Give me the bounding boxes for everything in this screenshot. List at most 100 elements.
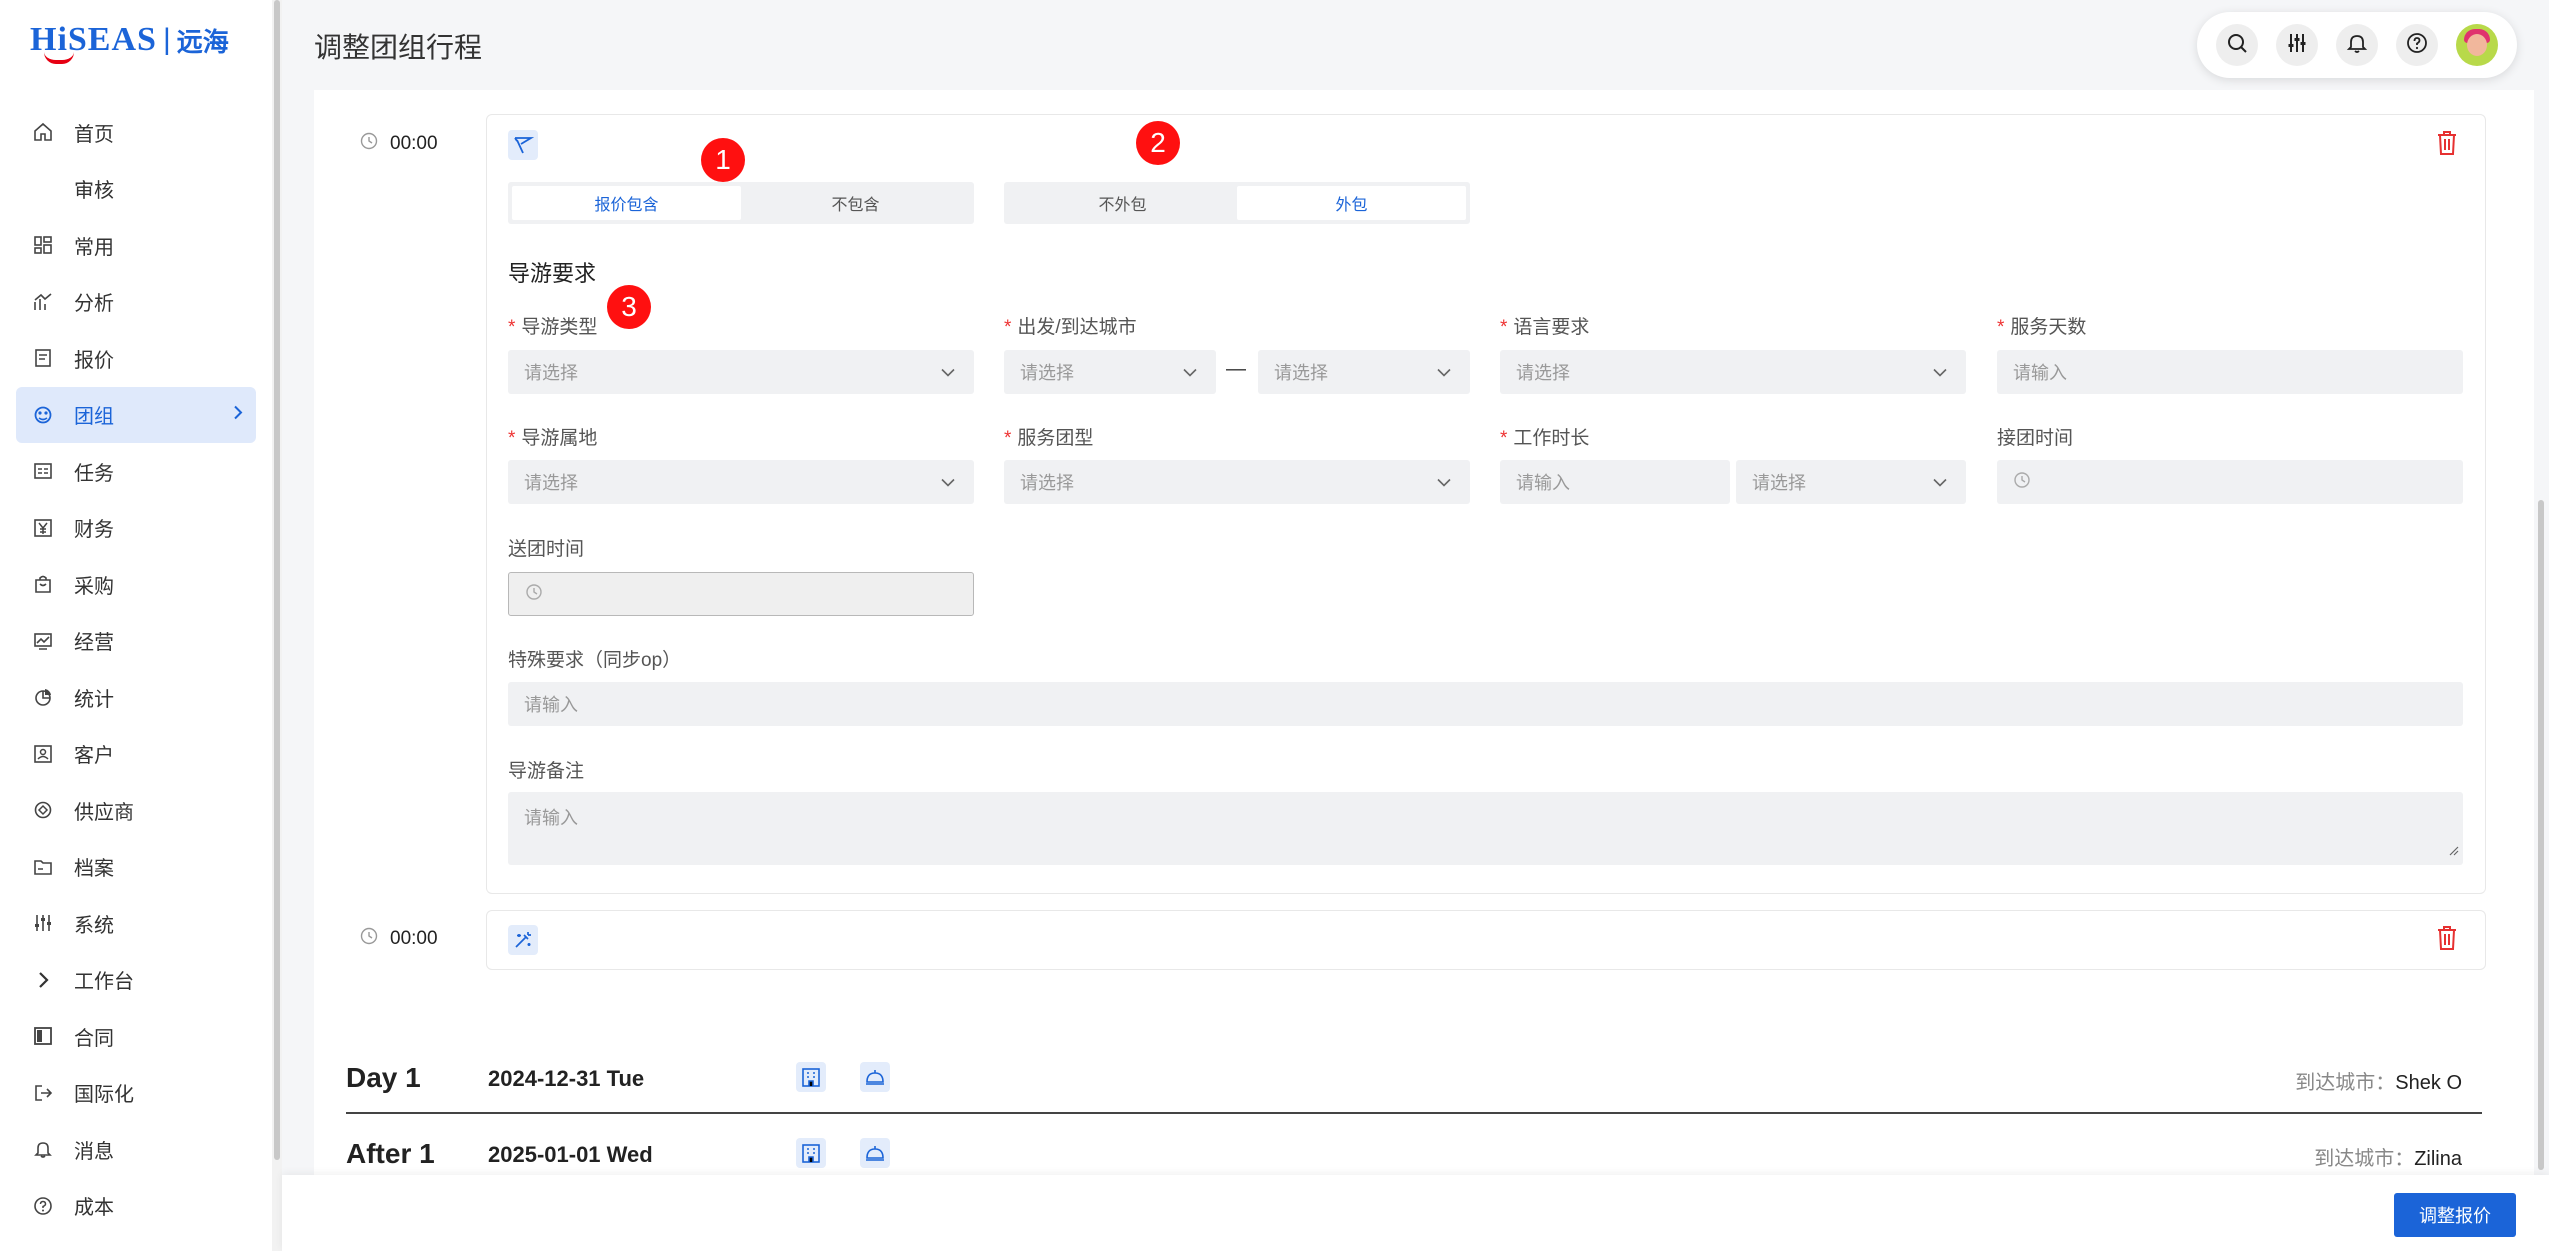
finance-icon xyxy=(32,517,54,539)
purchase-icon xyxy=(32,573,54,595)
sidebar-scrollbar-thumb[interactable] xyxy=(274,0,280,1160)
search-button[interactable] xyxy=(2216,24,2258,66)
language-select[interactable]: 请选择 xyxy=(1500,350,1966,394)
special-requirements-input[interactable]: 请输入 xyxy=(508,682,2463,726)
customer-icon xyxy=(32,743,54,765)
sliders-icon xyxy=(2286,32,2308,59)
service-group-type-select[interactable]: 请选择 xyxy=(1004,460,1470,504)
avatar[interactable] xyxy=(2456,24,2498,66)
sidebar-item-group[interactable]: 团组 xyxy=(16,386,256,443)
meal-icon[interactable] xyxy=(860,1138,890,1168)
guide-notes-textarea[interactable]: 请输入 xyxy=(508,792,2463,865)
clock-icon xyxy=(2013,471,2031,494)
sidebar-item-stats[interactable]: 统计 xyxy=(16,669,256,726)
service-group-type-label: * 服务团型 xyxy=(1004,423,1093,450)
sidebar-item-analysis[interactable]: 分析 xyxy=(16,274,256,331)
quote-exclude-option[interactable]: 不包含 xyxy=(741,186,970,220)
sidebar-item-purchase[interactable]: 采购 xyxy=(16,556,256,613)
label-text: 语言要求 xyxy=(1513,317,1590,338)
arrival-city: 到达城市：Shek O xyxy=(2295,1066,2462,1095)
sidebar-item-supplier[interactable]: 供应商 xyxy=(16,782,256,839)
sidebar-item-label: 合同 xyxy=(74,1027,114,1050)
sidebar-item-archive[interactable]: 档案 xyxy=(16,839,256,896)
footer-bar: 调整报价 xyxy=(282,1175,2549,1251)
main-scrollbar-thumb[interactable] xyxy=(2538,500,2544,1170)
label-text: 服务天数 xyxy=(2010,317,2087,338)
work-hours-input[interactable]: 请输入 xyxy=(1500,460,1730,504)
annotation-badge-3: 3 xyxy=(607,285,651,329)
notifications-button[interactable] xyxy=(2336,24,2378,66)
arrival-city-label: 到达城市： xyxy=(2314,1148,2415,1170)
quote-include-option[interactable]: 报价包含 xyxy=(512,186,741,220)
arrival-city-select[interactable]: 请选择 xyxy=(1258,350,1470,394)
guide-type-label: * 导游类型 xyxy=(508,312,597,339)
sidebar-scrollbar[interactable] xyxy=(272,0,282,1251)
sidebar-item-system[interactable]: 系统 xyxy=(16,895,256,952)
sidebar-item-home[interactable]: 首页 xyxy=(16,104,256,161)
task-icon xyxy=(32,460,54,482)
resize-handle-icon[interactable] xyxy=(2447,840,2459,861)
sidebar-item-operation[interactable]: 经营 xyxy=(16,613,256,670)
guide-requirements-title: 导游要求 xyxy=(508,261,597,286)
sidebar-item-label: 团组 xyxy=(74,406,114,429)
hotel-icon[interactable] xyxy=(796,1062,826,1092)
sidebar-item-label: 客户 xyxy=(74,745,114,768)
guide-type-icon[interactable] xyxy=(508,130,538,160)
header-toolbar xyxy=(2197,12,2517,78)
activity-time-value: 00:00 xyxy=(390,928,438,949)
sidebar-item-label: 首页 xyxy=(74,123,114,146)
city-label: * 出发/到达城市 xyxy=(1004,312,1137,339)
guide-type-select[interactable]: 请选择 xyxy=(508,350,974,394)
sidebar-item-review[interactable]: 审核 xyxy=(16,161,256,218)
help-button[interactable] xyxy=(2396,24,2438,66)
sidebar-item-label: 国际化 xyxy=(74,1084,134,1107)
search-icon xyxy=(2226,32,2248,59)
special-requirements-label: 特殊要求（同步op） xyxy=(508,650,682,671)
arrival-city-label: 到达城市： xyxy=(2295,1072,2396,1094)
dropoff-time-picker[interactable] xyxy=(508,572,974,616)
hotel-icon[interactable] xyxy=(796,1138,826,1168)
sidebar-item-cost[interactable]: 成本 xyxy=(16,1178,256,1235)
activity-time[interactable]: 00:00 xyxy=(360,132,438,156)
magic-wand-icon[interactable] xyxy=(508,925,538,955)
sidebar-item-common[interactable]: 常用 xyxy=(16,217,256,274)
sidebar-nav: 首页 审核 常用 分析 报价 团组 任务 财务 采购 经营 统计 客户 供应商 … xyxy=(16,104,256,1234)
sidebar-item-quote[interactable]: 报价 xyxy=(16,330,256,387)
chevron-down-icon xyxy=(940,472,956,493)
not-outsource-option[interactable]: 不外包 xyxy=(1008,186,1237,220)
sidebar-item-messages[interactable]: 消息 xyxy=(16,1121,256,1178)
sidebar-item-task[interactable]: 任务 xyxy=(16,443,256,500)
sidebar-item-customer[interactable]: 客户 xyxy=(16,726,256,783)
main-scrollbar[interactable] xyxy=(2536,90,2546,1250)
sidebar-item-finance[interactable]: 财务 xyxy=(16,500,256,557)
sidebar-item-i18n[interactable]: 国际化 xyxy=(16,1065,256,1122)
activity-time[interactable]: 00:00 xyxy=(360,927,438,951)
logout-icon xyxy=(32,1082,54,1104)
outsource-option[interactable]: 外包 xyxy=(1237,186,1466,220)
clock-icon xyxy=(360,927,378,951)
delete-activity-button[interactable] xyxy=(2434,130,2460,161)
departure-city-select[interactable]: 请选择 xyxy=(1004,350,1216,394)
sidebar-item-label: 成本 xyxy=(74,1197,114,1220)
guide-location-select[interactable]: 请选择 xyxy=(508,460,974,504)
app-logo[interactable]: HiSEAS | 远海 xyxy=(30,16,229,64)
sidebar-item-workbench[interactable]: 工作台 xyxy=(16,952,256,1009)
home-icon xyxy=(32,121,54,143)
delete-activity-button[interactable] xyxy=(2434,925,2460,954)
work-hours-unit-select[interactable]: 请选择 xyxy=(1736,460,1966,504)
input-placeholder: 请输入 xyxy=(2013,363,2067,383)
adjust-quote-button[interactable]: 调整报价 xyxy=(2394,1193,2516,1237)
day-date: 2025-01-01 Wed xyxy=(488,1142,653,1167)
arrival-city: 到达城市：Zilina xyxy=(2314,1142,2462,1171)
annotation-badge-1: 1 xyxy=(701,138,745,182)
trash-icon xyxy=(2436,130,2458,161)
sidebar-item-contract[interactable]: 合同 xyxy=(16,1008,256,1065)
pickup-time-picker[interactable] xyxy=(1997,460,2463,504)
meal-icon[interactable] xyxy=(860,1062,890,1092)
quote-include-toggle: 报价包含 不包含 xyxy=(508,182,974,224)
service-days-input[interactable]: 请输入 xyxy=(1997,350,2463,394)
day-divider xyxy=(346,1112,2482,1114)
settings-button[interactable] xyxy=(2276,24,2318,66)
required-mark: * xyxy=(1500,428,1508,449)
chevron-down-icon xyxy=(1436,362,1452,383)
